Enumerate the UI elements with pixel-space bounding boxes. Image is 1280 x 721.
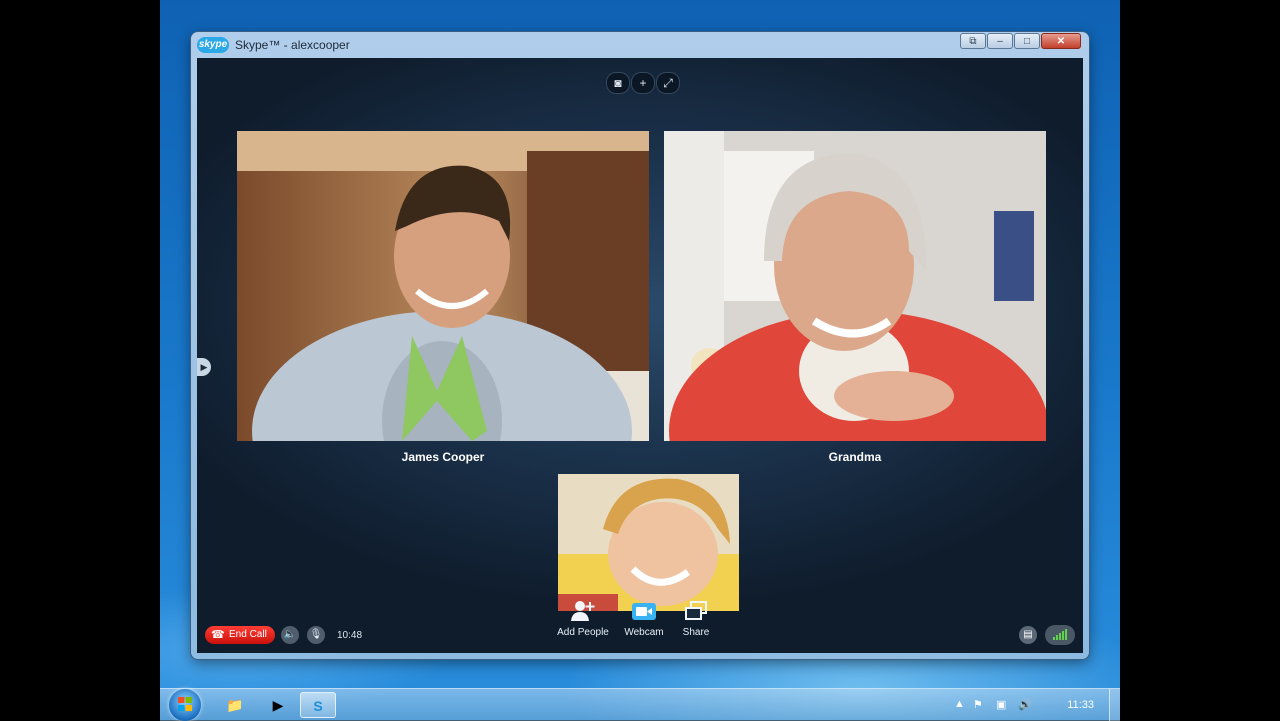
show-desktop-button[interactable] (1109, 689, 1120, 721)
caption-buttons: ⧉ – □ ✕ (959, 33, 1081, 51)
expand-sidebar-arrow-icon[interactable]: ▶ (197, 358, 211, 376)
call-area: ◙ + ⤢ ▶ James Cooper Grandma ☎ End Call … (197, 58, 1083, 653)
video-frame-image (237, 131, 649, 441)
fullscreen-icon[interactable]: ⤢ (656, 72, 680, 94)
webcam-label: Webcam (624, 627, 664, 638)
participant-name: James Cooper (401, 450, 485, 464)
share-button[interactable]: Share (666, 600, 726, 638)
compact-view-button[interactable]: ⧉ (960, 33, 986, 49)
chat-icon[interactable]: ▤ (1019, 626, 1037, 644)
webcam-icon (614, 600, 674, 624)
add-person-icon (553, 600, 613, 624)
add-people-button[interactable]: Add People (553, 600, 613, 638)
close-button[interactable]: ✕ (1041, 33, 1081, 49)
speaker-volume-icon[interactable]: 🔈 (281, 626, 299, 644)
end-call-label: End Call (229, 629, 267, 640)
maximize-button[interactable]: □ (1014, 33, 1040, 49)
participant-video-james-cooper (237, 131, 649, 441)
call-top-toolbar: ◙ + ⤢ (606, 72, 680, 94)
snapshot-camera-icon[interactable]: ◙ (606, 72, 630, 94)
participant-name: Grandma (828, 450, 882, 464)
media-player-icon[interactable]: ▶ (260, 692, 296, 718)
call-duration: 10:48 (337, 630, 363, 641)
share-label: Share (682, 627, 710, 638)
action-center-flag-icon[interactable]: ⚑ (973, 698, 983, 711)
show-hidden-icon[interactable]: ▲ (954, 698, 965, 710)
title-bar[interactable]: skype Skype™ - alexcooper ⧉ – □ ✕ (191, 32, 1089, 58)
end-call-button[interactable]: ☎ End Call (205, 626, 275, 644)
participant-video-self[interactable] (558, 474, 739, 611)
skype-logo: skype (197, 37, 229, 53)
share-icon (666, 600, 726, 624)
network-icon[interactable]: ▣ (996, 698, 1006, 711)
windows-logo-icon (178, 697, 192, 711)
minimize-button[interactable]: – (987, 33, 1013, 49)
taskbar-clock[interactable]: 11:33 (1067, 699, 1094, 711)
add-icon[interactable]: + (631, 72, 655, 94)
volume-icon[interactable]: 🔊 (1018, 698, 1032, 711)
skype-icon[interactable]: S (300, 692, 336, 718)
skype-window: skype Skype™ - alexcooper ⧉ – □ ✕ ◙ + ⤢ … (191, 32, 1089, 659)
call-quality-signal-icon[interactable] (1045, 625, 1075, 645)
add-people-label: Add People (557, 627, 609, 638)
participant-video-grandma (664, 131, 1046, 441)
start-button[interactable] (169, 689, 201, 721)
explorer-icon[interactable]: 📁 (217, 692, 253, 718)
video-frame-image (558, 474, 739, 611)
taskbar: 📁 ▶ S ▲ ⚑ ▣ 🔊 11:33 (160, 688, 1120, 721)
webcam-button[interactable]: Webcam (614, 600, 674, 638)
window-title: Skype™ - alexcooper (235, 38, 350, 52)
microphone-mute-icon[interactable]: 🎙 (307, 626, 325, 644)
video-frame-image (664, 131, 1046, 441)
hang-up-phone-icon: ☎ (211, 629, 225, 641)
